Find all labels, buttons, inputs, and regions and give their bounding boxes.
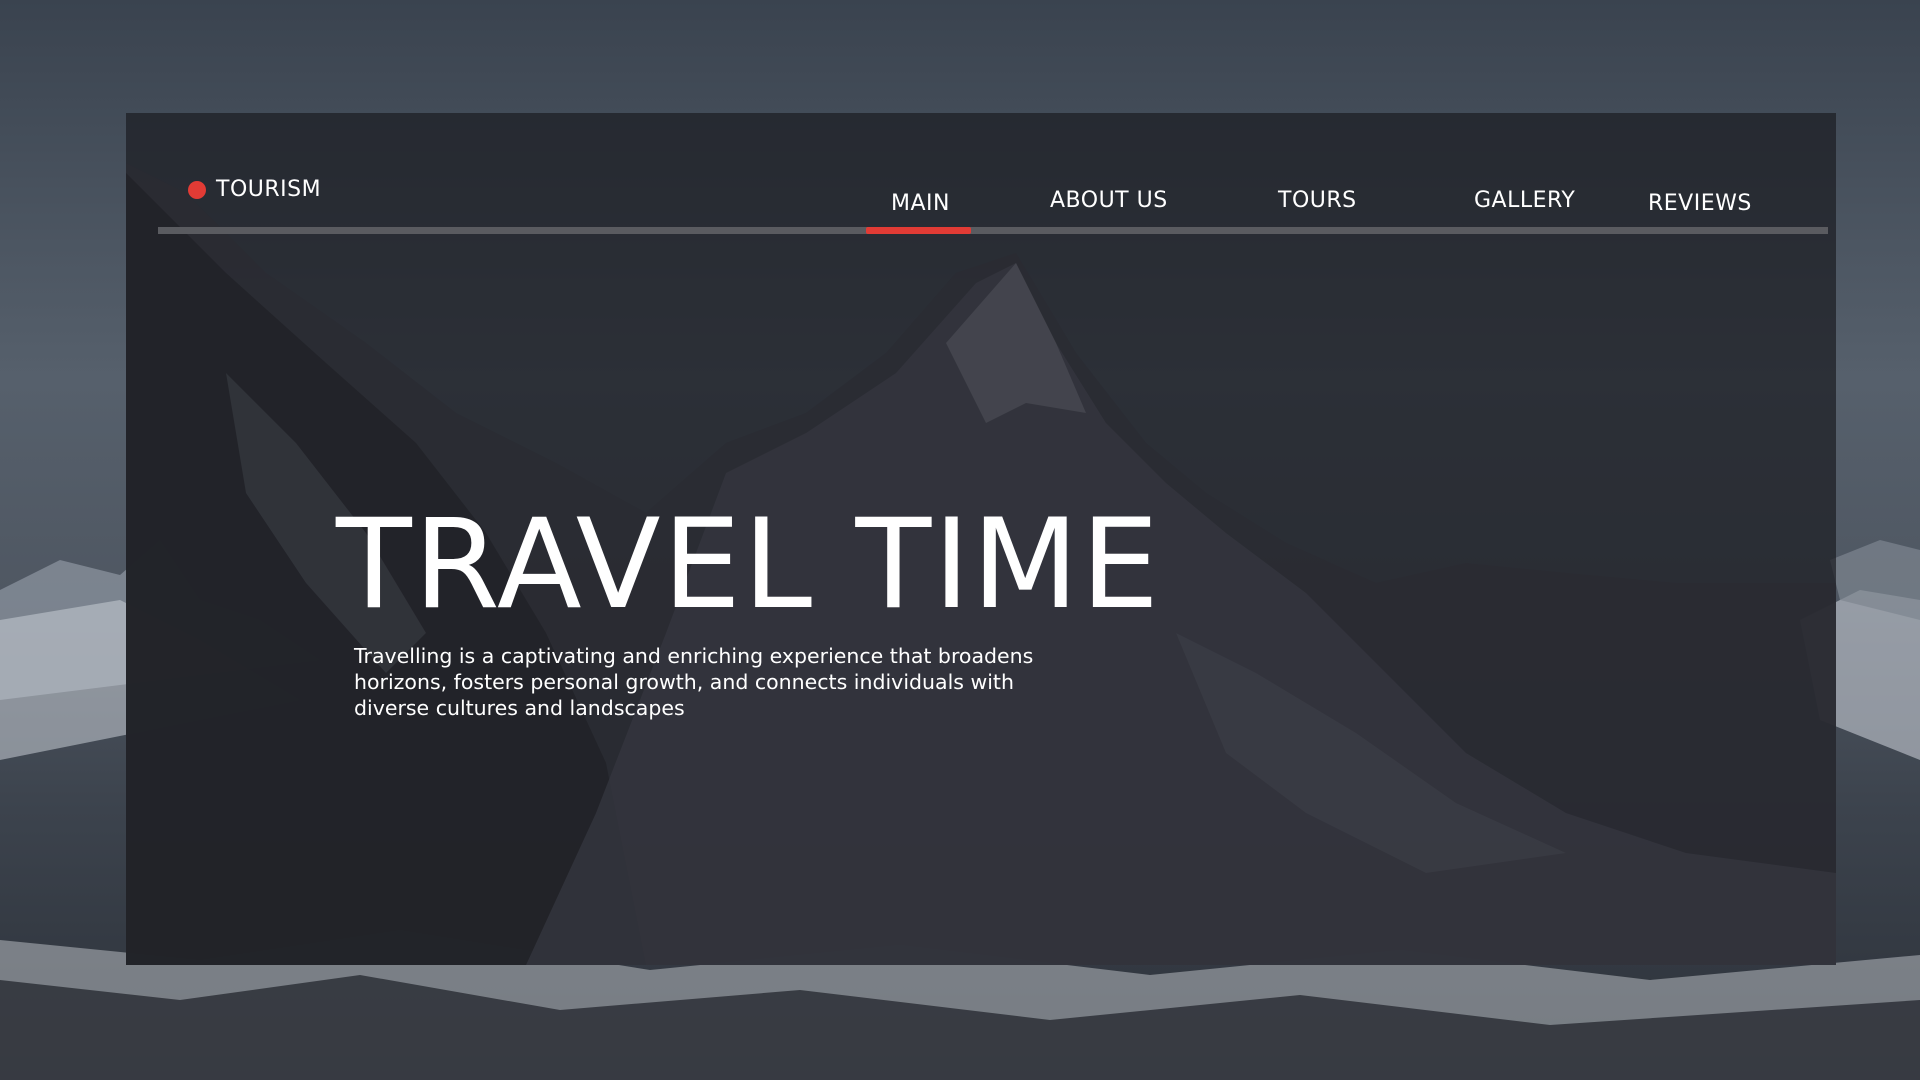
main-nav: MAIN ABOUT US TOURS GALLERY REVIEWS: [126, 173, 1836, 216]
hero-card: TOURISM MAIN ABOUT US TOURS GALLERY REVI…: [126, 113, 1836, 965]
hero-description: Travelling is a captivating and enrichin…: [354, 644, 1034, 720]
nav-item-about-us[interactable]: ABOUT US: [1050, 188, 1168, 213]
nav-item-main[interactable]: MAIN: [891, 191, 950, 216]
nav-active-indicator: [866, 227, 971, 234]
nav-underline: [158, 227, 1828, 234]
nav-item-gallery[interactable]: GALLERY: [1474, 188, 1575, 213]
hero-title: TRAVEL TIME: [336, 493, 1162, 637]
nav-item-reviews[interactable]: REVIEWS: [1648, 191, 1752, 216]
nav-item-tours[interactable]: TOURS: [1278, 188, 1357, 213]
